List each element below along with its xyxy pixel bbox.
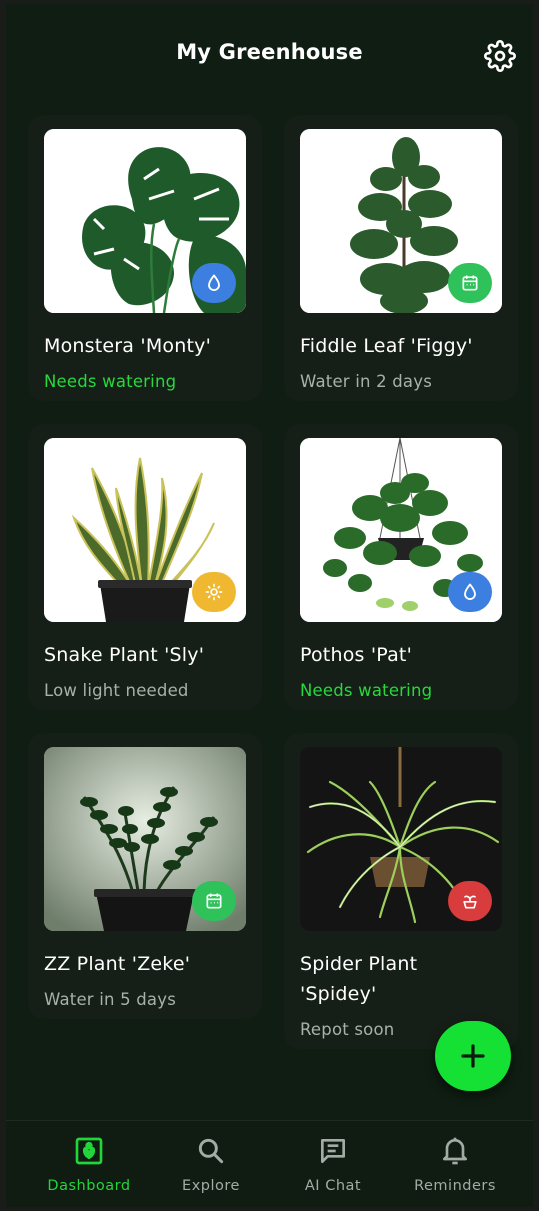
plant-status: Water in 2 days	[300, 372, 432, 391]
page-title: My Greenhouse	[176, 40, 363, 64]
app-screen: My Greenhouse Monstera 'Monty' Needs wat…	[6, 4, 533, 1207]
nav-label: Explore	[182, 1178, 240, 1194]
plant-card-pothos[interactable]: Pothos 'Pat' Needs watering	[284, 424, 518, 710]
plant-card-fiddle-leaf[interactable]: Fiddle Leaf 'Figgy' Water in 2 days	[284, 115, 518, 401]
sun-icon	[192, 572, 236, 612]
plant-name-line2: 'Spidey'	[300, 983, 377, 1005]
plant-photo	[300, 129, 502, 313]
plant-name: Pothos 'Pat'	[300, 644, 413, 666]
plant-status: Needs watering	[44, 372, 177, 391]
plant-card-spider-plant[interactable]: Spider Plant 'Spidey' Repot soon	[284, 733, 518, 1049]
nav-item-reminders[interactable]: Reminders	[390, 1121, 520, 1207]
plant-photo	[300, 747, 502, 931]
nav-item-ai-chat[interactable]: AI Chat	[268, 1121, 398, 1207]
nav-label: AI Chat	[304, 1178, 362, 1194]
dashboard-icon	[75, 1137, 103, 1165]
plus-icon	[461, 1044, 485, 1068]
plant-card-zz-plant[interactable]: ZZ Plant 'Zeke' Water in 5 days	[28, 733, 262, 1019]
plant-name: Fiddle Leaf 'Figgy'	[300, 335, 473, 357]
calendar-icon	[192, 881, 236, 921]
plant-photo	[44, 129, 246, 313]
gear-icon[interactable]	[484, 40, 516, 72]
search-icon	[198, 1138, 224, 1164]
plant-card-snake-plant[interactable]: Snake Plant 'Sly' Low light needed	[28, 424, 262, 710]
app-header: My Greenhouse	[6, 4, 533, 104]
plant-name: ZZ Plant 'Zeke'	[44, 953, 191, 975]
plant-status: Water in 5 days	[44, 990, 176, 1009]
plant-photo	[300, 438, 502, 622]
nav-item-explore[interactable]: Explore	[146, 1121, 276, 1207]
plant-photo	[44, 438, 246, 622]
bell-icon	[443, 1137, 467, 1165]
plant-photo	[44, 747, 246, 931]
nav-label: Dashboard	[47, 1178, 131, 1194]
plant-name: Monstera 'Monty'	[44, 335, 211, 357]
water-drop-icon	[192, 263, 236, 303]
plant-status: Low light needed	[44, 681, 189, 700]
plant-name: Snake Plant 'Sly'	[44, 644, 205, 666]
plant-name: Spider Plant 'Spidey'	[300, 949, 510, 1009]
plant-status: Needs watering	[300, 681, 433, 700]
bottom-navigation: Dashboard Explore AI Chat Reminders	[6, 1120, 533, 1207]
chat-icon	[321, 1139, 345, 1163]
water-drop-icon	[448, 572, 492, 612]
plant-card-monstera[interactable]: Monstera 'Monty' Needs watering	[28, 115, 262, 401]
calendar-icon	[448, 263, 492, 303]
add-plant-button[interactable]	[435, 1021, 511, 1091]
nav-label: Reminders	[414, 1178, 496, 1194]
nav-item-dashboard[interactable]: Dashboard	[24, 1121, 154, 1207]
plant-name-line1: Spider Plant	[300, 953, 418, 975]
repot-icon	[448, 881, 492, 921]
